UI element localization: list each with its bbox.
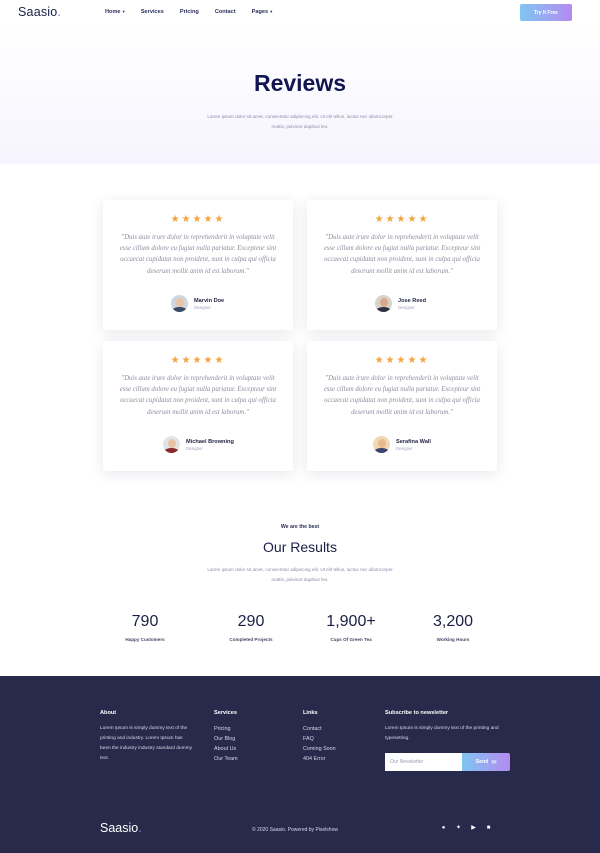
review-quote: "Duis aute irure dolor in reprehenderit … xyxy=(323,234,481,275)
footer-links: Links Contact FAQ Coming Soon 404 Error xyxy=(303,710,336,764)
footer-logo[interactable]: Saasio. xyxy=(100,821,142,835)
nav-item-pages[interactable]: Pages ▾ xyxy=(252,9,273,15)
try-free-button[interactable]: Try It Free xyxy=(520,4,572,21)
stat-label: Cups Of Green Tea xyxy=(330,637,372,642)
author-role: Designer xyxy=(186,445,203,451)
footer-link-coming-soon[interactable]: Coming Soon xyxy=(303,744,336,754)
footer-link-pricing[interactable]: Pricing xyxy=(214,724,238,734)
youtube-icon[interactable]: ▶ xyxy=(470,824,477,831)
footer-services: Services Pricing Our Blog About Us Our T… xyxy=(214,710,238,764)
results-subtitle: Lorem ipsum dolor sit amet, consectetur … xyxy=(207,567,393,582)
stat-completed-projects: 290 Completed Projects xyxy=(206,613,296,642)
nav-item-contact[interactable]: Contact xyxy=(215,9,236,15)
stat-label: Working Hours xyxy=(436,637,470,642)
envelope-icon: ✉ xyxy=(491,759,497,766)
social-links: ● ✦ ▶ ■ xyxy=(440,824,492,831)
stat-cups-of-tea: 1,900+ Cups Of Green Tea xyxy=(306,613,396,642)
hero-section: Reviews Lorem ipsum dolor sit amet, cons… xyxy=(0,26,600,164)
review-card: ★★★★★ "Duis aute irure dolor in reprehen… xyxy=(103,200,293,330)
stat-number: 1,900+ xyxy=(326,613,376,630)
stat-number: 290 xyxy=(237,613,265,630)
newsletter-form: Send✉ xyxy=(385,753,510,771)
footer-link-faq[interactable]: FAQ xyxy=(303,734,336,744)
footer-link-team[interactable]: Our Team xyxy=(214,754,238,764)
results-title: Our Results xyxy=(263,539,337,555)
review-card: ★★★★★ "Duis aute irure dolor in reprehen… xyxy=(103,341,293,471)
review-quote: "Duis aute irure dolor in reprehenderit … xyxy=(119,375,277,416)
author-name: Jose Reed xyxy=(398,297,426,304)
nav-item-pricing[interactable]: Pricing xyxy=(180,9,199,15)
newsletter-input[interactable] xyxy=(385,753,462,771)
copyright-text: © 2020 Saasio. Powered by Pixelshow xyxy=(252,827,338,833)
author-name: Michael Browning xyxy=(186,438,234,445)
stat-label: Completed Projects xyxy=(229,637,273,642)
stat-number: 3,200 xyxy=(432,613,474,630)
twitter-icon[interactable]: ✦ xyxy=(455,824,462,831)
author-name: Marvin Doe xyxy=(194,297,225,304)
newsletter-send-button[interactable]: Send ✉ xyxy=(462,753,510,771)
footer-link-404[interactable]: 404 Error xyxy=(303,754,336,764)
review-author: Marvin Doe Designer xyxy=(171,295,224,312)
page-title: Reviews xyxy=(253,70,347,96)
review-card: ★★★★★ "Duis aute irure dolor in reprehen… xyxy=(307,200,497,330)
linkedin-icon[interactable]: ■ xyxy=(485,824,492,831)
star-rating: ★★★★★ xyxy=(374,355,430,366)
avatar xyxy=(375,295,392,312)
stat-label: Happy Customers xyxy=(125,637,165,642)
facebook-icon[interactable]: ● xyxy=(440,824,447,831)
footer-link-blog[interactable]: Our Blog xyxy=(214,734,238,744)
author-role: Designer xyxy=(396,445,413,451)
author-role: Designer xyxy=(398,304,415,310)
avatar xyxy=(171,295,188,312)
hero-subtitle: Lorem ipsum dolor sit amet, consectetur … xyxy=(207,114,393,129)
avatar xyxy=(163,436,180,453)
footer: About Lorem Ipsum is simply dummy text o… xyxy=(0,676,600,853)
star-rating: ★★★★★ xyxy=(170,214,226,225)
author-name: Serafina Wall xyxy=(396,438,431,445)
review-quote: "Duis aute irure dolor in reprehenderit … xyxy=(119,234,277,275)
review-author: Michael Browning Designer xyxy=(163,436,234,453)
chevron-down-icon: ▾ xyxy=(270,9,273,14)
footer-newsletter: Subscribe to newsletter Lorem Ipsum is s… xyxy=(385,710,505,744)
star-rating: ★★★★★ xyxy=(170,355,226,366)
footer-about-text: Lorem Ipsum is simply dummy text of the … xyxy=(100,726,192,761)
results-eyebrow: We are the best xyxy=(280,524,320,530)
stat-number: 790 xyxy=(131,613,159,630)
review-quote: "Duis aute irure dolor in reprehenderit … xyxy=(323,375,481,416)
review-author: Jose Reed Designer xyxy=(375,295,426,312)
nav-item-home[interactable]: Home ▾ xyxy=(105,9,125,15)
top-nav: Saasio. Home ▾ Services Pricing Contact P… xyxy=(0,0,600,26)
newsletter-text: Lorem Ipsum is simply dummy text of the … xyxy=(385,726,499,741)
review-card: ★★★★★ "Duis aute irure dolor in reprehen… xyxy=(307,341,497,471)
footer-heading: Links xyxy=(303,710,318,716)
footer-heading: Services xyxy=(214,710,238,716)
footer-link-about[interactable]: About Us xyxy=(214,744,238,754)
chevron-down-icon: ▾ xyxy=(122,9,125,14)
star-rating: ★★★★★ xyxy=(374,214,430,225)
avatar xyxy=(373,436,390,453)
author-role: Designer xyxy=(194,304,211,310)
footer-link-contact[interactable]: Contact xyxy=(303,724,336,734)
footer-heading: Subscribe to newsletter xyxy=(385,710,449,716)
stat-happy-customers: 790 Happy Customers xyxy=(100,613,190,642)
footer-heading: About xyxy=(100,710,117,716)
stat-working-hours: 3,200 Working Hours xyxy=(408,613,498,642)
nav-item-services[interactable]: Services xyxy=(141,9,164,15)
footer-about: About Lorem Ipsum is simply dummy text o… xyxy=(100,710,192,764)
review-author: Serafina Wall Designer xyxy=(373,436,431,453)
main-menu: Home ▾ Services Pricing Contact Pages ▾ xyxy=(105,9,272,15)
logo[interactable]: Saasio. xyxy=(18,5,61,19)
